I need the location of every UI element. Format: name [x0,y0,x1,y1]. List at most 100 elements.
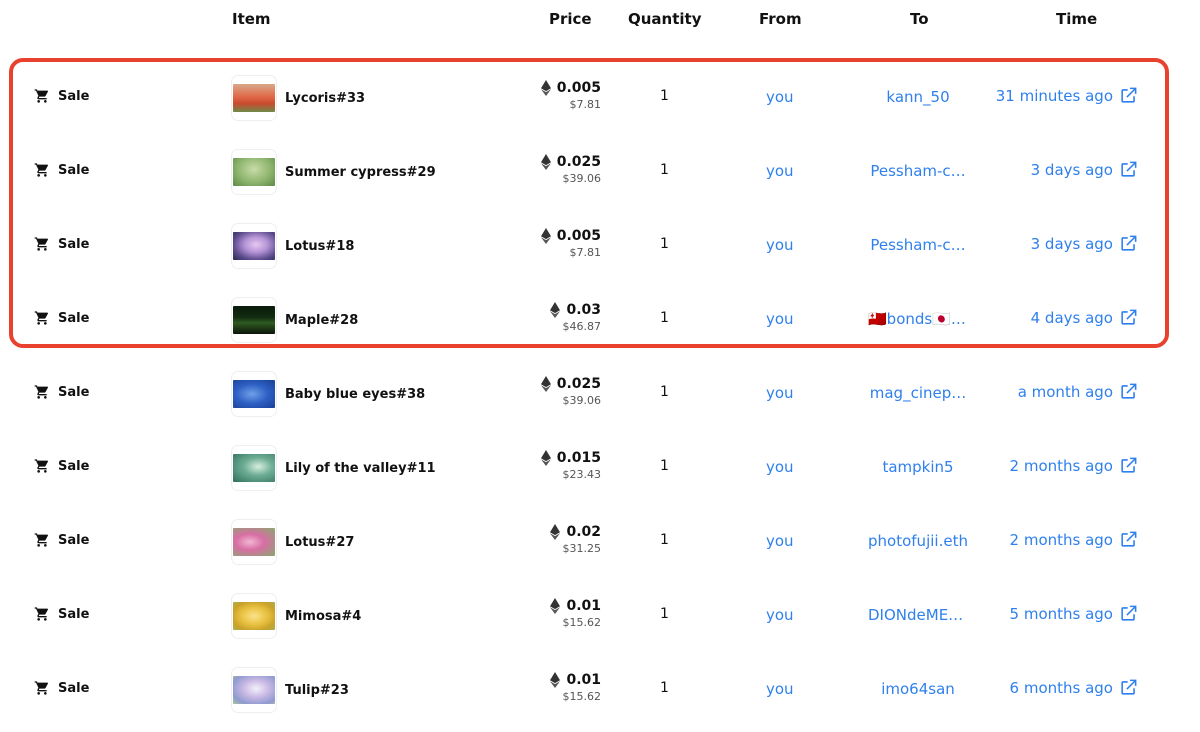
from-link[interactable]: you [766,680,794,698]
event-cell: Sale [34,458,89,474]
from-link[interactable]: you [766,606,794,624]
item-cell[interactable]: Lycoris#33 [232,76,365,120]
external-link-icon[interactable] [1119,530,1138,549]
price-usd: $7.81 [569,98,602,111]
external-link-icon[interactable] [1119,456,1138,475]
event-cell: Sale [34,236,89,252]
item-cell[interactable]: Lily of the valley#11 [232,446,436,490]
time-link[interactable]: 3 days ago [1031,234,1138,253]
time-link[interactable]: 5 months ago [1010,604,1138,623]
price-cell: 0.025 $39.06 [540,376,601,407]
to-link[interactable]: mag_cinep… [868,384,968,402]
external-link-icon[interactable] [1119,382,1138,401]
time-label[interactable]: 5 months ago [1010,605,1113,623]
activity-table: Sale Lycoris#33 0.005 $7.81 1 you kann_5… [0,60,1200,726]
item-cell[interactable]: Lotus#27 [232,520,354,564]
item-cell[interactable]: Baby blue eyes#38 [232,372,425,416]
time-label[interactable]: 6 months ago [1010,679,1113,697]
event-cell: Sale [34,310,89,326]
quantity-value: 1 [660,384,669,400]
cart-icon [34,89,49,103]
to-link[interactable]: Pessham-c… [868,162,968,180]
item-name-link[interactable]: Lotus#18 [285,239,354,254]
time-label[interactable]: a month ago [1018,383,1113,401]
item-name-link[interactable]: Lycoris#33 [285,91,365,106]
event-cell: Sale [34,680,89,696]
quantity-value: 1 [660,532,669,548]
table-row: Sale Lotus#27 0.02 $31.25 1 you photofuj… [0,504,1200,578]
time-link[interactable]: 4 days ago [1031,308,1138,327]
item-name-link[interactable]: Summer cypress#29 [285,165,436,180]
from-link[interactable]: you [766,236,794,254]
time-link[interactable]: a month ago [1018,382,1138,401]
from-link[interactable]: you [766,458,794,476]
item-name-link[interactable]: Lily of the valley#11 [285,461,436,476]
quantity-value: 1 [660,236,669,252]
from-link[interactable]: you [766,162,794,180]
item-thumbnail[interactable] [232,298,276,342]
price-cell: 0.01 $15.62 [550,672,601,703]
time-label[interactable]: 3 days ago [1031,235,1113,253]
to-link[interactable]: tampkin5 [868,458,968,476]
item-cell[interactable]: Summer cypress#29 [232,150,436,194]
item-thumbnail[interactable] [232,446,276,490]
item-cell[interactable]: Maple#28 [232,298,358,342]
to-link[interactable]: Pessham-c… [868,236,968,254]
to-link[interactable]: 🇹🇴bonds🇯🇵.e… [868,310,968,328]
from-link[interactable]: you [766,384,794,402]
item-thumbnail[interactable] [232,668,276,712]
price-eth: 0.01 [566,672,601,688]
table-row: Sale Maple#28 0.03 $46.87 1 you 🇹🇴bonds🇯… [0,282,1200,356]
event-label: Sale [58,162,90,178]
to-link[interactable]: imo64san [868,680,968,698]
item-name-link[interactable]: Lotus#27 [285,535,354,550]
cart-icon [34,163,49,177]
item-thumbnail[interactable] [232,76,276,120]
time-link[interactable]: 2 months ago [1010,530,1138,549]
price-eth: 0.01 [566,598,601,614]
item-cell[interactable]: Mimosa#4 [232,594,361,638]
time-label[interactable]: 2 months ago [1010,457,1113,475]
item-name-link[interactable]: Baby blue eyes#38 [285,387,425,402]
to-link[interactable]: kann_50 [868,88,968,106]
item-name-link[interactable]: Maple#28 [285,313,358,328]
event-label: Sale [58,532,90,548]
event-label: Sale [58,236,90,252]
external-link-icon[interactable] [1119,160,1138,179]
item-thumbnail[interactable] [232,150,276,194]
event-label: Sale [58,680,90,696]
item-cell[interactable]: Lotus#18 [232,224,354,268]
time-link[interactable]: 3 days ago [1031,160,1138,179]
item-thumbnail[interactable] [232,594,276,638]
external-link-icon[interactable] [1119,308,1138,327]
price-eth: 0.005 [556,228,601,244]
item-thumbnail[interactable] [232,224,276,268]
from-link[interactable]: you [766,88,794,106]
external-link-icon[interactable] [1119,604,1138,623]
from-link[interactable]: you [766,532,794,550]
time-label[interactable]: 2 months ago [1010,531,1113,549]
from-link[interactable]: you [766,310,794,328]
item-name-link[interactable]: Tulip#23 [285,683,349,698]
time-label[interactable]: 3 days ago [1031,161,1113,179]
external-link-icon[interactable] [1119,678,1138,697]
item-cell[interactable]: Tulip#23 [232,668,349,712]
time-link[interactable]: 31 minutes ago [996,86,1138,105]
to-link[interactable]: photofujii.eth [868,532,968,550]
external-link-icon[interactable] [1119,86,1138,105]
ethereum-icon [550,302,561,318]
time-link[interactable]: 6 months ago [1010,678,1138,697]
external-link-icon[interactable] [1119,234,1138,253]
item-thumbnail[interactable] [232,520,276,564]
table-row: Sale Lotus#18 0.005 $7.81 1 you Pessham-… [0,208,1200,282]
ethereum-icon [540,450,551,466]
item-name-link[interactable]: Mimosa#4 [285,609,361,624]
time-link[interactable]: 2 months ago [1010,456,1138,475]
time-label[interactable]: 4 days ago [1031,309,1113,327]
item-thumbnail[interactable] [232,372,276,416]
column-header-from: From [759,10,802,28]
event-cell: Sale [34,384,89,400]
to-link[interactable]: DIONdeMEDI… [868,606,968,624]
cart-icon [34,385,49,399]
time-label[interactable]: 31 minutes ago [996,87,1113,105]
